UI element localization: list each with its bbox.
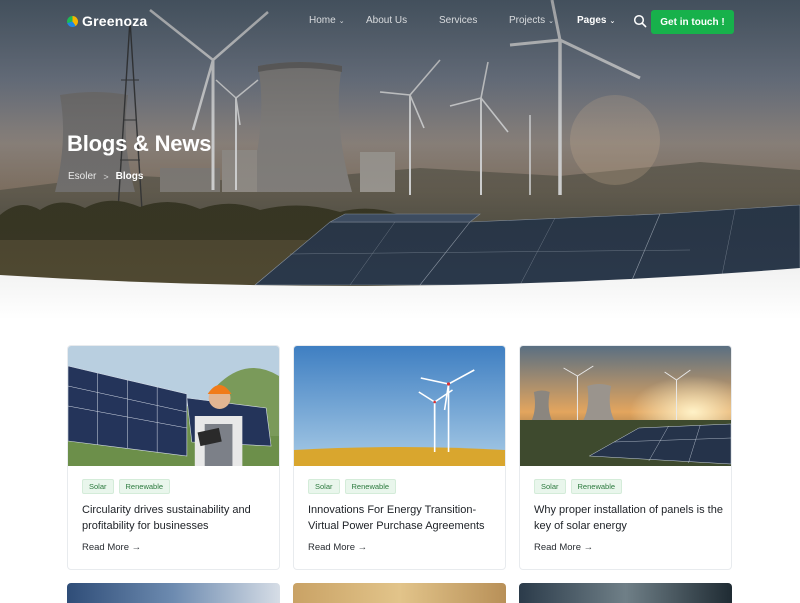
tag-list: Solar Renewable	[82, 479, 171, 494]
tag-renewable[interactable]: Renewable	[344, 479, 397, 494]
nav-item-label: Home	[309, 15, 336, 26]
breadcrumb-home-link[interactable]: Esoler	[68, 171, 96, 182]
tag-solar[interactable]: Solar	[308, 479, 340, 494]
nav-item-label: Pages	[577, 15, 607, 26]
chevron-down-icon: ⌄	[338, 18, 345, 25]
blog-card-image-partial[interactable]	[67, 583, 280, 603]
nav-item-label: Services	[439, 15, 478, 26]
nav-item-pages[interactable]: Pages ⌄	[577, 15, 615, 26]
search-icon	[633, 14, 647, 28]
nav-item-about-us[interactable]: About Us	[366, 15, 407, 26]
blog-card[interactable]: Solar Renewable Innovations For Energy T…	[293, 345, 506, 570]
nav-item-label: About Us	[366, 15, 408, 26]
blog-card-image[interactable]	[294, 346, 505, 466]
chevron-down-icon: ⌄	[609, 18, 616, 25]
read-more-link[interactable]: Read More →	[534, 542, 593, 553]
logo-icon	[67, 15, 78, 27]
blog-card-image[interactable]	[520, 346, 731, 466]
chevron-right-icon: >	[103, 171, 109, 182]
blog-card[interactable]: Solar Renewable Why proper installation …	[519, 345, 732, 570]
brand-logo[interactable]: Greenoza	[67, 13, 147, 29]
chevron-down-icon: ⌄	[548, 18, 554, 25]
tag-solar[interactable]: Solar	[534, 479, 566, 494]
blog-card-image[interactable]	[68, 346, 279, 466]
brand-name: Greenoza	[82, 13, 148, 29]
nav-item-home[interactable]: Home ⌄	[309, 15, 345, 26]
nav-item-projects[interactable]: Projects ⌄	[509, 15, 554, 26]
read-more-link[interactable]: Read More →	[82, 542, 141, 553]
blog-card-image-partial[interactable]	[519, 583, 732, 603]
tag-solar[interactable]: Solar	[82, 479, 114, 494]
breadcrumb: Esoler > Blogs	[68, 171, 143, 182]
page-title: Blogs & News	[67, 131, 212, 156]
blog-card-image-partial[interactable]	[293, 583, 506, 603]
blog-card-title[interactable]: Why proper installation of panels is the…	[534, 502, 724, 534]
breadcrumb-current: Blogs	[115, 171, 144, 182]
hero-banner	[0, 0, 800, 320]
tag-renewable[interactable]: Renewable	[570, 479, 623, 494]
hero-overlay	[0, 0, 800, 320]
tag-renewable[interactable]: Renewable	[118, 479, 171, 494]
nav-item-label: Projects	[509, 15, 546, 26]
tag-list: Solar Renewable	[308, 479, 397, 494]
blog-card-title[interactable]: Innovations For Energy Transition- Virtu…	[308, 502, 498, 534]
blog-card[interactable]: Solar Renewable Circularity drives susta…	[67, 345, 280, 570]
tag-list: Solar Renewable	[534, 479, 623, 494]
nav-item-services[interactable]: Services	[439, 15, 477, 26]
search-button[interactable]	[633, 14, 647, 28]
top-navigation: Greenoza Home ⌄ About Us Services Projec…	[0, 0, 800, 44]
read-more-link[interactable]: Read More →	[308, 542, 367, 553]
get-in-touch-button[interactable]: Get in touch !	[651, 10, 734, 34]
blog-card-title[interactable]: Circularity drives sustainability and pr…	[82, 502, 272, 534]
